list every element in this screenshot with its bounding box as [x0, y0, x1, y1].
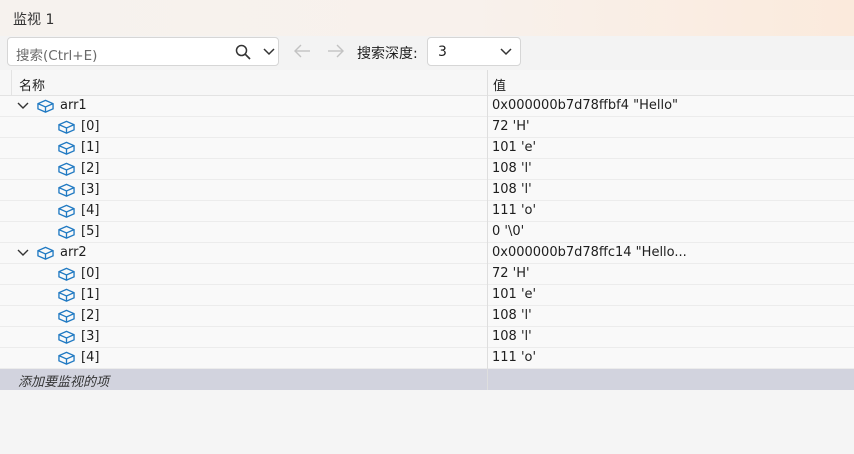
expand-chevron-icon[interactable] [17, 248, 29, 258]
watch-name: arr1 [60, 98, 87, 113]
watch-row-element[interactable]: [3] 108 'l' [0, 327, 854, 348]
column-divider[interactable] [487, 70, 488, 390]
variable-cube-icon [58, 330, 75, 344]
watch-name: [1] [81, 287, 100, 302]
watch-value: 111 'o' [492, 350, 537, 365]
search-placeholder: 搜索(Ctrl+E) [16, 48, 98, 64]
watch-name: [3] [81, 182, 100, 197]
watch-row-element[interactable]: [2] 108 'l' [0, 159, 854, 180]
variable-cube-icon [58, 267, 75, 281]
variable-cube-icon [58, 351, 75, 365]
watch-name: [0] [81, 119, 100, 134]
watch-value: 72 'H' [492, 266, 530, 281]
chevron-down-icon[interactable] [500, 47, 512, 57]
watch-row-element[interactable]: [1] 101 'e' [0, 285, 854, 306]
column-header-value[interactable]: 值 [493, 75, 506, 94]
arrow-left-icon[interactable] [293, 44, 311, 58]
search-input[interactable]: 搜索(Ctrl+E) [7, 37, 279, 66]
watch-name: [3] [81, 329, 100, 344]
watch-row-element[interactable]: [0] 72 'H' [0, 117, 854, 138]
watch-name: [0] [81, 266, 100, 281]
watch-row-element[interactable]: [4] 111 'o' [0, 348, 854, 369]
watch-name: [2] [81, 161, 100, 176]
variable-cube-icon [58, 225, 75, 239]
search-icon[interactable] [235, 44, 251, 60]
watch-row-element[interactable]: [4] 111 'o' [0, 201, 854, 222]
variable-cube-icon [58, 204, 75, 218]
grid-header: 名称 值 [0, 70, 854, 96]
window-title: 监视 1 [13, 12, 55, 28]
variable-cube-icon [37, 99, 54, 113]
watch-row-element[interactable]: [1] 101 'e' [0, 138, 854, 159]
watch-value: 72 'H' [492, 119, 530, 134]
expand-chevron-icon[interactable] [17, 101, 29, 111]
variable-cube-icon [58, 141, 75, 155]
add-watch-item-row[interactable]: 添加要监视的项 [0, 369, 854, 390]
watch-name: [4] [81, 203, 100, 218]
watch-name: [4] [81, 350, 100, 365]
watch-toolbar: 搜索(Ctrl+E) 搜索深度: 3 [0, 36, 854, 70]
search-depth-value: 3 [438, 44, 447, 60]
watch-value: 108 'l' [492, 329, 532, 344]
watch-value: 0x000000b7d78ffc14 "Hello... [492, 245, 687, 260]
watch-row-variable[interactable]: arr1 0x000000b7d78ffbf4 "Hello" [0, 96, 854, 117]
watch-value: 111 'o' [492, 203, 537, 218]
watch-value: 101 'e' [492, 140, 537, 155]
watch-row-element[interactable]: [5] 0 '\0' [0, 222, 854, 243]
add-watch-item-label: 添加要监视的项 [18, 375, 110, 390]
watch-row-element[interactable]: [3] 108 'l' [0, 180, 854, 201]
watch-name: arr2 [60, 245, 87, 260]
column-header-name[interactable]: 名称 [19, 75, 45, 94]
variable-cube-icon [58, 162, 75, 176]
watch-value: 108 'l' [492, 161, 532, 176]
watch-value: 108 'l' [492, 182, 532, 197]
watch-value: 0x000000b7d78ffbf4 "Hello" [492, 98, 679, 113]
variable-cube-icon [58, 288, 75, 302]
variable-cube-icon [58, 309, 75, 323]
watch-name: [2] [81, 308, 100, 323]
search-options-chevron-down-icon[interactable] [263, 47, 275, 57]
watch-row-variable[interactable]: arr2 0x000000b7d78ffc14 "Hello... [0, 243, 854, 264]
watch-value: 101 'e' [492, 287, 537, 302]
variable-cube-icon [58, 183, 75, 197]
watch-row-element[interactable]: [2] 108 'l' [0, 306, 854, 327]
header-left-border [11, 70, 12, 96]
watch-value: 108 'l' [492, 308, 532, 323]
watch-name: [1] [81, 140, 100, 155]
search-depth-label: 搜索深度: [357, 46, 418, 62]
arrow-right-icon[interactable] [327, 44, 345, 58]
search-depth-select[interactable]: 3 [427, 37, 521, 66]
watch-row-element[interactable]: [0] 72 'H' [0, 264, 854, 285]
window-titlebar: 监视 1 [0, 0, 854, 36]
watch-value: 0 '\0' [492, 224, 525, 239]
watch-name: [5] [81, 224, 100, 239]
variable-cube-icon [37, 246, 54, 260]
variable-cube-icon [58, 120, 75, 134]
